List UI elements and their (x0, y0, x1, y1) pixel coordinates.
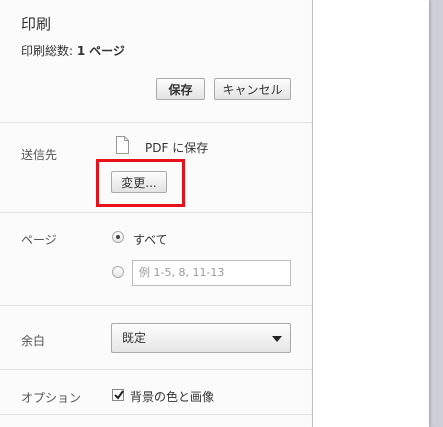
pdf-document-icon (116, 136, 129, 154)
save-button[interactable]: 保存 (156, 78, 205, 100)
divider (0, 305, 312, 306)
preview-page (313, 0, 429, 427)
pages-custom-radio[interactable] (112, 266, 124, 278)
destination-label: 送信先 (21, 148, 58, 162)
background-graphics-label[interactable]: 背景の色と画像 (130, 388, 214, 405)
divider (0, 414, 312, 415)
page-range-input[interactable]: 例 1-5, 8, 11-13 (132, 260, 291, 286)
dropdown-arrow-icon (272, 336, 282, 342)
divider (0, 122, 312, 123)
divider (0, 212, 312, 213)
print-total: 印刷総数: 1 ページ (21, 42, 125, 59)
print-total-label: 印刷総数: (21, 44, 74, 58)
pages-label: ページ (21, 233, 57, 247)
checkmark-icon (114, 390, 124, 400)
pages-all-radio[interactable] (112, 231, 124, 243)
print-total-unit: ページ (89, 44, 125, 58)
margins-select-value: 既定 (122, 331, 147, 345)
background-graphics-checkbox[interactable] (112, 389, 124, 401)
print-title: 印刷 (21, 15, 52, 33)
margins-select[interactable]: 既定 (111, 323, 291, 353)
print-settings-sidebar: 印刷 印刷総数: 1 ページ 保存 キャンセル 送信先 PDF に保存 変更..… (0, 0, 313, 427)
pages-all-label[interactable]: すべて (133, 231, 168, 248)
margins-label: 余白 (21, 334, 46, 348)
divider (0, 369, 312, 370)
destination-name: PDF に保存 (145, 141, 209, 155)
cancel-button[interactable]: キャンセル (214, 78, 291, 100)
options-label: オプション (21, 391, 82, 405)
print-preview-area (313, 0, 443, 427)
change-destination-button[interactable]: 変更... (111, 171, 167, 193)
print-total-value: 1 (76, 44, 86, 58)
